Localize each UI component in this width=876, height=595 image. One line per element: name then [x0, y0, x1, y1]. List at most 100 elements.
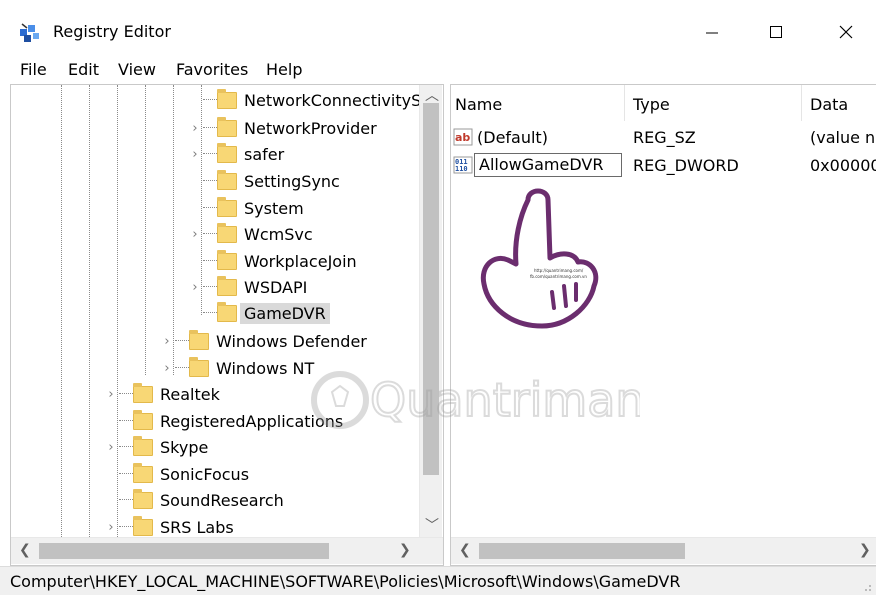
chevron-right-icon[interactable]: ›: [103, 387, 119, 402]
chevron-right-icon[interactable]: ›: [103, 520, 119, 535]
tree-connector: [203, 127, 217, 129]
svg-text:110: 110: [455, 165, 468, 173]
scroll-up-icon[interactable]: ︿: [425, 85, 439, 105]
tree-item-label: GameDVR: [240, 302, 330, 324]
tree-item-selected[interactable]: GameDVR: [187, 300, 330, 326]
column-header-name[interactable]: Name: [455, 95, 502, 114]
scroll-right-icon[interactable]: ❯: [859, 542, 871, 558]
tree-item-label: SRS Labs: [160, 517, 234, 537]
tree-item[interactable]: › Windows NT: [159, 355, 314, 381]
value-type: REG_DWORD: [633, 156, 739, 175]
tree-item[interactable]: › WSDAPI: [187, 274, 307, 300]
registry-tree-pane[interactable]: NetworkConnectivityS › NetworkProvider ›…: [10, 84, 444, 566]
tree-connector: [203, 286, 217, 288]
tree-item[interactable]: › NetworkProvider: [187, 115, 377, 141]
tree-item-label: Windows Defender: [216, 331, 367, 351]
chevron-right-icon[interactable]: ›: [187, 227, 203, 242]
tree-item[interactable]: SonicFocus: [103, 461, 249, 487]
tree-item-label: RegisteredApplications: [160, 411, 344, 431]
tree-horizontal-scroll-thumb[interactable]: [39, 543, 329, 559]
tree-item-label: System: [244, 198, 304, 218]
chevron-right-icon[interactable]: ›: [103, 440, 119, 455]
folder-icon: [217, 142, 237, 163]
tree-connector: [203, 99, 217, 101]
folder-icon: [133, 462, 153, 483]
tree-connector: [119, 446, 133, 448]
column-separator[interactable]: [801, 85, 802, 121]
resize-grip-icon[interactable]: [860, 580, 872, 592]
minimize-button[interactable]: [692, 18, 732, 46]
scroll-down-icon[interactable]: ﹀: [425, 515, 439, 535]
scroll-right-icon[interactable]: ❯: [399, 542, 411, 558]
tree-item-label: NetworkConnectivityS: [244, 90, 422, 110]
string-value-icon: ab: [453, 128, 473, 146]
registry-values-pane[interactable]: Name Type Data ab (Default) REG_SZ (valu…: [450, 84, 876, 566]
tree-item[interactable]: › WcmSvc: [187, 221, 313, 247]
menu-help[interactable]: Help: [266, 60, 302, 79]
tree-vertical-scroll-thumb[interactable]: [423, 103, 439, 475]
values-horizontal-scrollbar[interactable]: ❮ ❯: [451, 537, 876, 564]
maximize-button[interactable]: [756, 18, 796, 46]
registry-editor-icon: [20, 23, 39, 42]
tree-connector: [203, 153, 217, 155]
value-row[interactable]: ab (Default) REG_SZ (value no: [451, 125, 876, 151]
rename-value-input[interactable]: AllowGameDVR: [474, 153, 622, 177]
column-header-type[interactable]: Type: [633, 95, 670, 114]
menu-view[interactable]: View: [118, 60, 156, 79]
tree-item[interactable]: › Skype: [103, 434, 208, 460]
folder-icon: [133, 435, 153, 456]
tree-item[interactable]: SettingSync: [187, 168, 340, 194]
tree-item[interactable]: WorkplaceJoin: [187, 248, 357, 274]
menu-bar: File Edit View Favorites Help: [0, 58, 876, 82]
chevron-right-icon[interactable]: ›: [187, 147, 203, 162]
value-data: (value no: [810, 128, 876, 147]
close-button[interactable]: [826, 18, 866, 46]
tree-item[interactable]: System: [187, 195, 304, 221]
tree-item-label: Realtek: [160, 384, 220, 404]
tree-item[interactable]: › Windows Defender: [159, 328, 367, 354]
value-type: REG_SZ: [633, 128, 696, 147]
tree-connector: [175, 367, 189, 369]
tree-item-label: Windows NT: [216, 358, 315, 378]
menu-edit[interactable]: Edit: [68, 60, 99, 79]
tree-vertical-scrollbar[interactable]: ︿ ﹀: [419, 85, 442, 537]
tree-item[interactable]: SoundResearch: [103, 487, 284, 513]
chevron-right-icon[interactable]: ›: [159, 361, 175, 376]
tree-guide-line: [145, 85, 146, 375]
folder-icon: [189, 356, 209, 377]
menu-file[interactable]: File: [20, 60, 47, 79]
folder-icon: [189, 329, 209, 350]
folder-icon: [217, 301, 237, 322]
tree-connector: [175, 340, 189, 342]
tree-item[interactable]: › safer: [187, 141, 284, 167]
value-data: 0x000000: [810, 156, 876, 175]
scroll-left-icon[interactable]: ❮: [19, 542, 31, 558]
chevron-right-icon[interactable]: ›: [187, 280, 203, 295]
menu-favorites[interactable]: Favorites: [176, 60, 248, 79]
value-row[interactable]: 011 110 AllowGameDVR REG_DWORD 0x000000: [451, 153, 876, 179]
status-bar: Computer\HKEY_LOCAL_MACHINE\SOFTWARE\Pol…: [0, 566, 876, 595]
tree-item[interactable]: RegisteredApplications: [103, 408, 343, 434]
column-header-data[interactable]: Data: [810, 95, 848, 114]
tree-connector: [203, 180, 217, 182]
window-title: Registry Editor: [53, 22, 171, 41]
tree-guide-line: [89, 85, 90, 537]
tree-item[interactable]: NetworkConnectivityS: [187, 87, 421, 113]
tree-item-label: WcmSvc: [244, 224, 313, 244]
tree-horizontal-scrollbar[interactable]: ❮ ❯: [11, 537, 443, 564]
tree-item-label: SonicFocus: [160, 464, 250, 484]
folder-icon: [217, 116, 237, 137]
tree-connector: [119, 473, 133, 475]
tree-item-label: SoundResearch: [160, 490, 284, 510]
scroll-left-icon[interactable]: ❮: [459, 542, 471, 558]
folder-icon: [133, 515, 153, 536]
tree-item[interactable]: › Realtek: [103, 381, 220, 407]
folder-icon: [133, 488, 153, 509]
column-separator[interactable]: [624, 85, 625, 121]
registry-path: Computer\HKEY_LOCAL_MACHINE\SOFTWARE\Pol…: [10, 572, 681, 591]
chevron-right-icon[interactable]: ›: [159, 334, 175, 349]
values-horizontal-scroll-thumb[interactable]: [479, 543, 685, 559]
chevron-right-icon[interactable]: ›: [187, 121, 203, 136]
tree-guide-line: [61, 85, 62, 537]
folder-icon: [217, 249, 237, 270]
